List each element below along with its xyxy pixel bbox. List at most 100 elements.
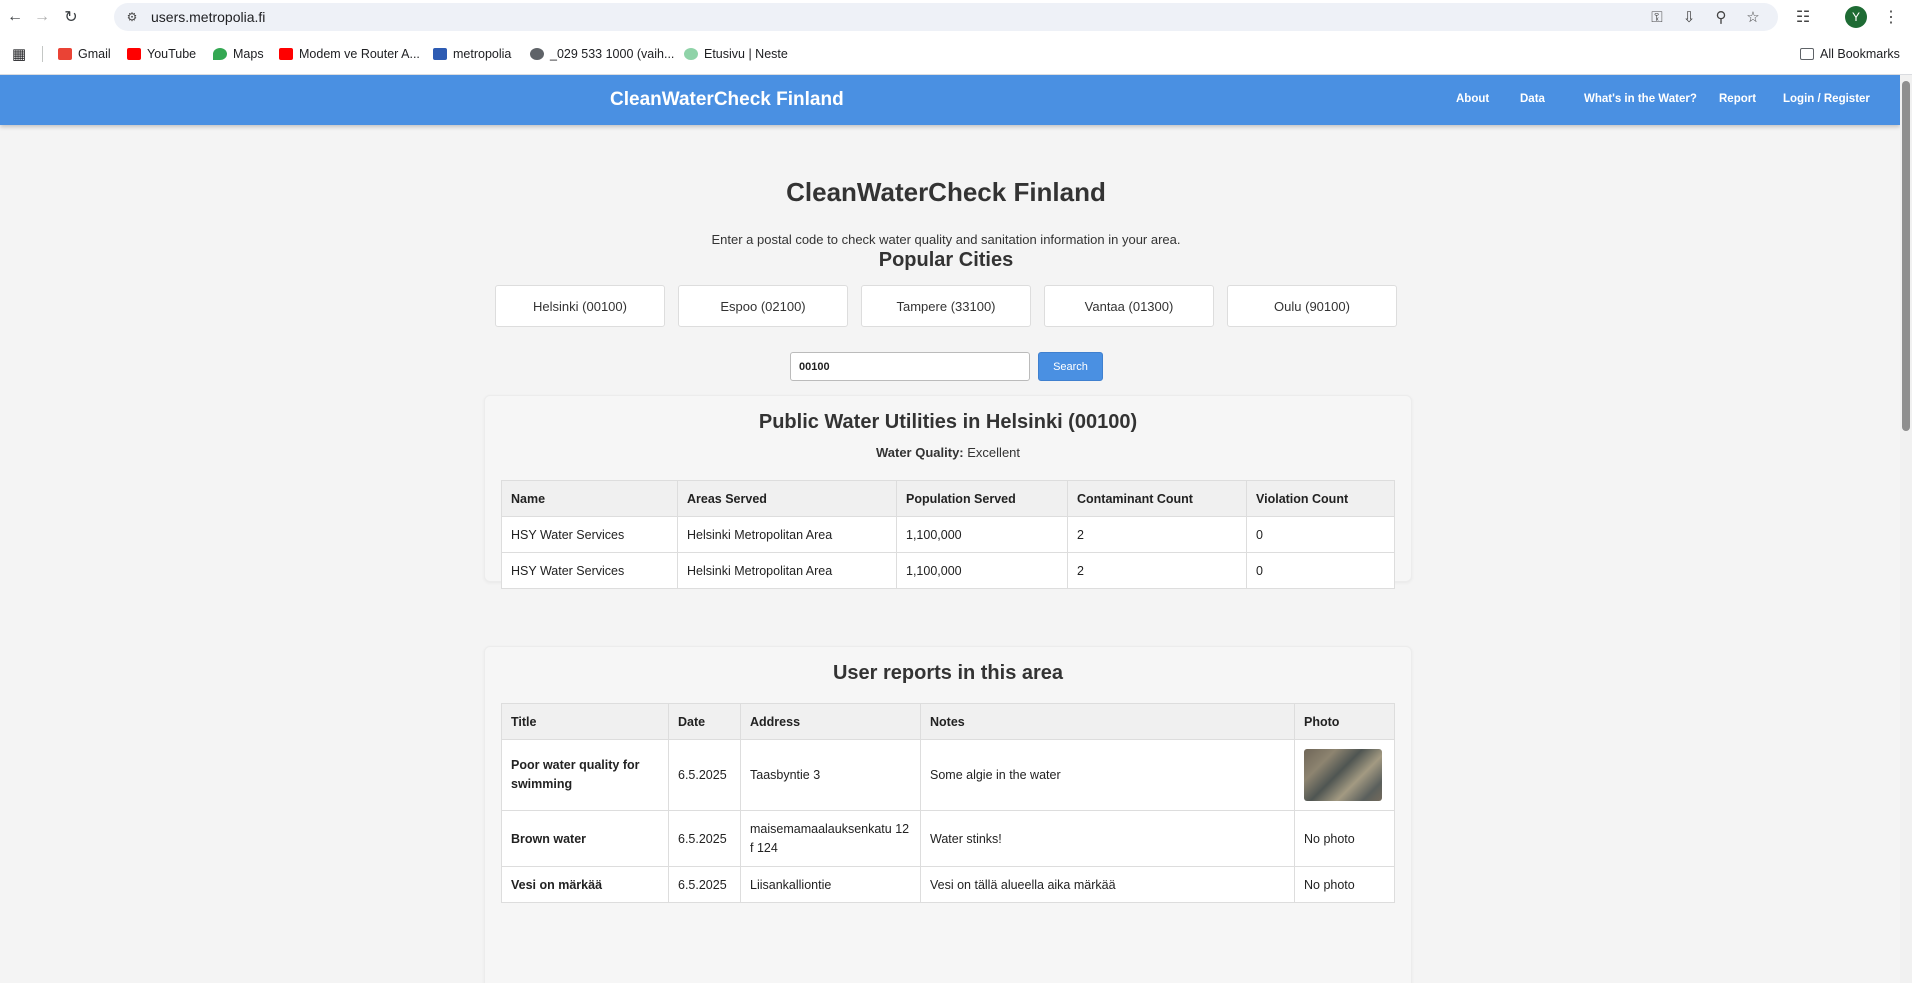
page-scrollbar[interactable] [1900, 75, 1912, 983]
table-header-row: Name Areas Served Population Served Cont… [501, 480, 1395, 517]
maps-icon [213, 48, 227, 60]
report-photo: No photo [1294, 810, 1395, 867]
utilities-table: Name Areas Served Population Served Cont… [501, 480, 1395, 589]
report-photo[interactable] [1304, 749, 1382, 801]
bookmark-modem[interactable]: Modem ve Router A... [279, 45, 420, 63]
user-reports-table: Title Date Address Notes Photo Poor wate… [501, 703, 1395, 903]
popular-cities-title: Popular Cities [878, 249, 1014, 271]
table-cell: 2 [1067, 552, 1247, 589]
site-header: CleanWaterCheck Finland About Data What'… [0, 75, 1900, 125]
city-button-oulu[interactable]: Oulu (90100) [1227, 285, 1397, 327]
report-notes: Some algie in the water [920, 739, 1295, 811]
neste-icon [684, 48, 698, 60]
column-header: Photo [1294, 703, 1395, 740]
scrollbar-thumb[interactable] [1902, 81, 1910, 431]
column-header: Notes [920, 703, 1295, 740]
city-button-tampere[interactable]: Tampere (33100) [861, 285, 1031, 327]
page-subtitle: Enter a postal code to check water quali… [711, 232, 1181, 247]
table-cell: 2 [1067, 516, 1247, 553]
reload-icon[interactable]: ↻ [60, 6, 82, 28]
table-row: HSY Water Services Helsinki Metropolitan… [501, 516, 1395, 553]
table-cell: Helsinki Metropolitan Area [677, 516, 897, 553]
column-header: Contaminant Count [1067, 480, 1247, 517]
youtube-icon [127, 48, 141, 60]
postal-code-input[interactable] [790, 352, 1030, 381]
bookmark-phone[interactable]: _029 533 1000 (vaih... [530, 45, 674, 63]
nav-data[interactable]: Data [1520, 93, 1545, 105]
column-header: Address [740, 703, 921, 740]
bookmark-maps[interactable]: Maps [213, 45, 264, 63]
zoom-icon[interactable]: ⚲ [1710, 7, 1732, 27]
table-cell: 1,100,000 [896, 516, 1068, 553]
report-date: 6.5.2025 [668, 810, 741, 867]
table-header-row: Title Date Address Notes Photo [501, 703, 1395, 740]
report-title: Vesi on märkää [501, 866, 669, 903]
bookmark-separator [42, 46, 43, 62]
bookmark-gmail[interactable]: Gmail [58, 45, 111, 63]
table-row: Poor water quality for swimming 6.5.2025… [501, 739, 1395, 811]
utilities-title: Public Water Utilities in Helsinki (0010… [758, 411, 1138, 433]
nav-about[interactable]: About [1456, 93, 1489, 105]
report-notes: Vesi on tällä alueella aika märkää [920, 866, 1295, 903]
all-bookmarks[interactable]: All Bookmarks [1800, 45, 1900, 63]
city-button-helsinki[interactable]: Helsinki (00100) [495, 285, 665, 327]
bookmark-star-icon[interactable]: ☆ [1742, 7, 1764, 27]
back-icon[interactable]: ← [4, 6, 26, 28]
table-row: Brown water 6.5.2025 maisemamaalauksenka… [501, 810, 1395, 867]
report-title: Brown water [501, 810, 669, 867]
bookmark-neste[interactable]: Etusivu | Neste [684, 45, 788, 63]
water-quality-label: Water Quality: [875, 445, 964, 460]
site-settings-icon[interactable]: ⚙ [124, 9, 140, 25]
nav-report[interactable]: Report [1719, 93, 1756, 105]
gmail-icon [58, 48, 72, 60]
column-header: Areas Served [677, 480, 897, 517]
avatar[interactable]: Y [1845, 6, 1867, 28]
globe-icon [530, 48, 544, 60]
key-icon[interactable]: ⚿ [1646, 7, 1668, 27]
column-header: Population Served [896, 480, 1068, 517]
user-reports-title: User reports in this area [832, 662, 1064, 684]
column-header: Title [501, 703, 669, 740]
extensions-icon[interactable]: ☷ [1792, 6, 1814, 28]
nav-whats-in-the-water[interactable]: What's in the Water? [1584, 93, 1697, 105]
city-button-vantaa[interactable]: Vantaa (01300) [1044, 285, 1214, 327]
water-quality-value: Excellent [967, 445, 1021, 460]
forward-icon[interactable]: → [31, 6, 53, 28]
column-header: Date [668, 703, 741, 740]
report-address: Liisankalliontie [740, 866, 921, 903]
apps-icon[interactable]: ▦ [12, 45, 26, 63]
report-date: 6.5.2025 [668, 866, 741, 903]
search-button[interactable]: Search [1038, 352, 1103, 381]
bookmarks-bar: ▦ Gmail YouTube Maps Modem ve Router A..… [0, 34, 1912, 75]
utilities-card: Public Water Utilities in Helsinki (0010… [484, 395, 1412, 589]
nav-login-register[interactable]: Login / Register [1783, 93, 1870, 105]
table-cell: 1,100,000 [896, 552, 1068, 589]
report-date: 6.5.2025 [668, 739, 741, 811]
report-photo: No photo [1294, 866, 1395, 903]
address-bar[interactable]: ⚙ users.metropolia.fi ⚿ ⇩ ⚲ ☆ [114, 3, 1778, 31]
table-cell: HSY Water Services [501, 552, 678, 589]
address-url[interactable]: users.metropolia.fi [151, 9, 265, 25]
user-reports-card: User reports in this area Title Date Add… [484, 646, 1412, 983]
table-row: HSY Water Services Helsinki Metropolitan… [501, 552, 1395, 589]
column-header: Violation Count [1246, 480, 1395, 517]
menu-icon[interactable]: ⋮ [1880, 6, 1902, 28]
table-cell: 0 [1246, 516, 1395, 553]
table-cell: 0 [1246, 552, 1395, 589]
site-brand[interactable]: CleanWaterCheck Finland [610, 89, 844, 111]
bookmark-youtube[interactable]: YouTube [127, 45, 196, 63]
column-header: Name [501, 480, 678, 517]
browser-toolbar: ← → ↻ ⚙ users.metropolia.fi ⚿ ⇩ ⚲ ☆ ☷ Y … [0, 0, 1912, 34]
bookmark-metropolia[interactable]: metropolia [433, 45, 511, 63]
report-title: Poor water quality for swimming [501, 739, 669, 811]
report-address: Taasbyntie 3 [740, 739, 921, 811]
folder-icon [1800, 48, 1814, 60]
water-quality: Water Quality: Excellent [485, 445, 1411, 460]
install-app-icon[interactable]: ⇩ [1678, 7, 1700, 27]
report-photo-cell [1294, 739, 1395, 811]
report-address: maisemamaalauksenkatu 12 f 124 [740, 810, 921, 867]
youtube-icon [279, 48, 293, 60]
table-row: Vesi on märkää 6.5.2025 Liisankalliontie… [501, 866, 1395, 903]
report-notes: Water stinks! [920, 810, 1295, 867]
city-button-espoo[interactable]: Espoo (02100) [678, 285, 848, 327]
